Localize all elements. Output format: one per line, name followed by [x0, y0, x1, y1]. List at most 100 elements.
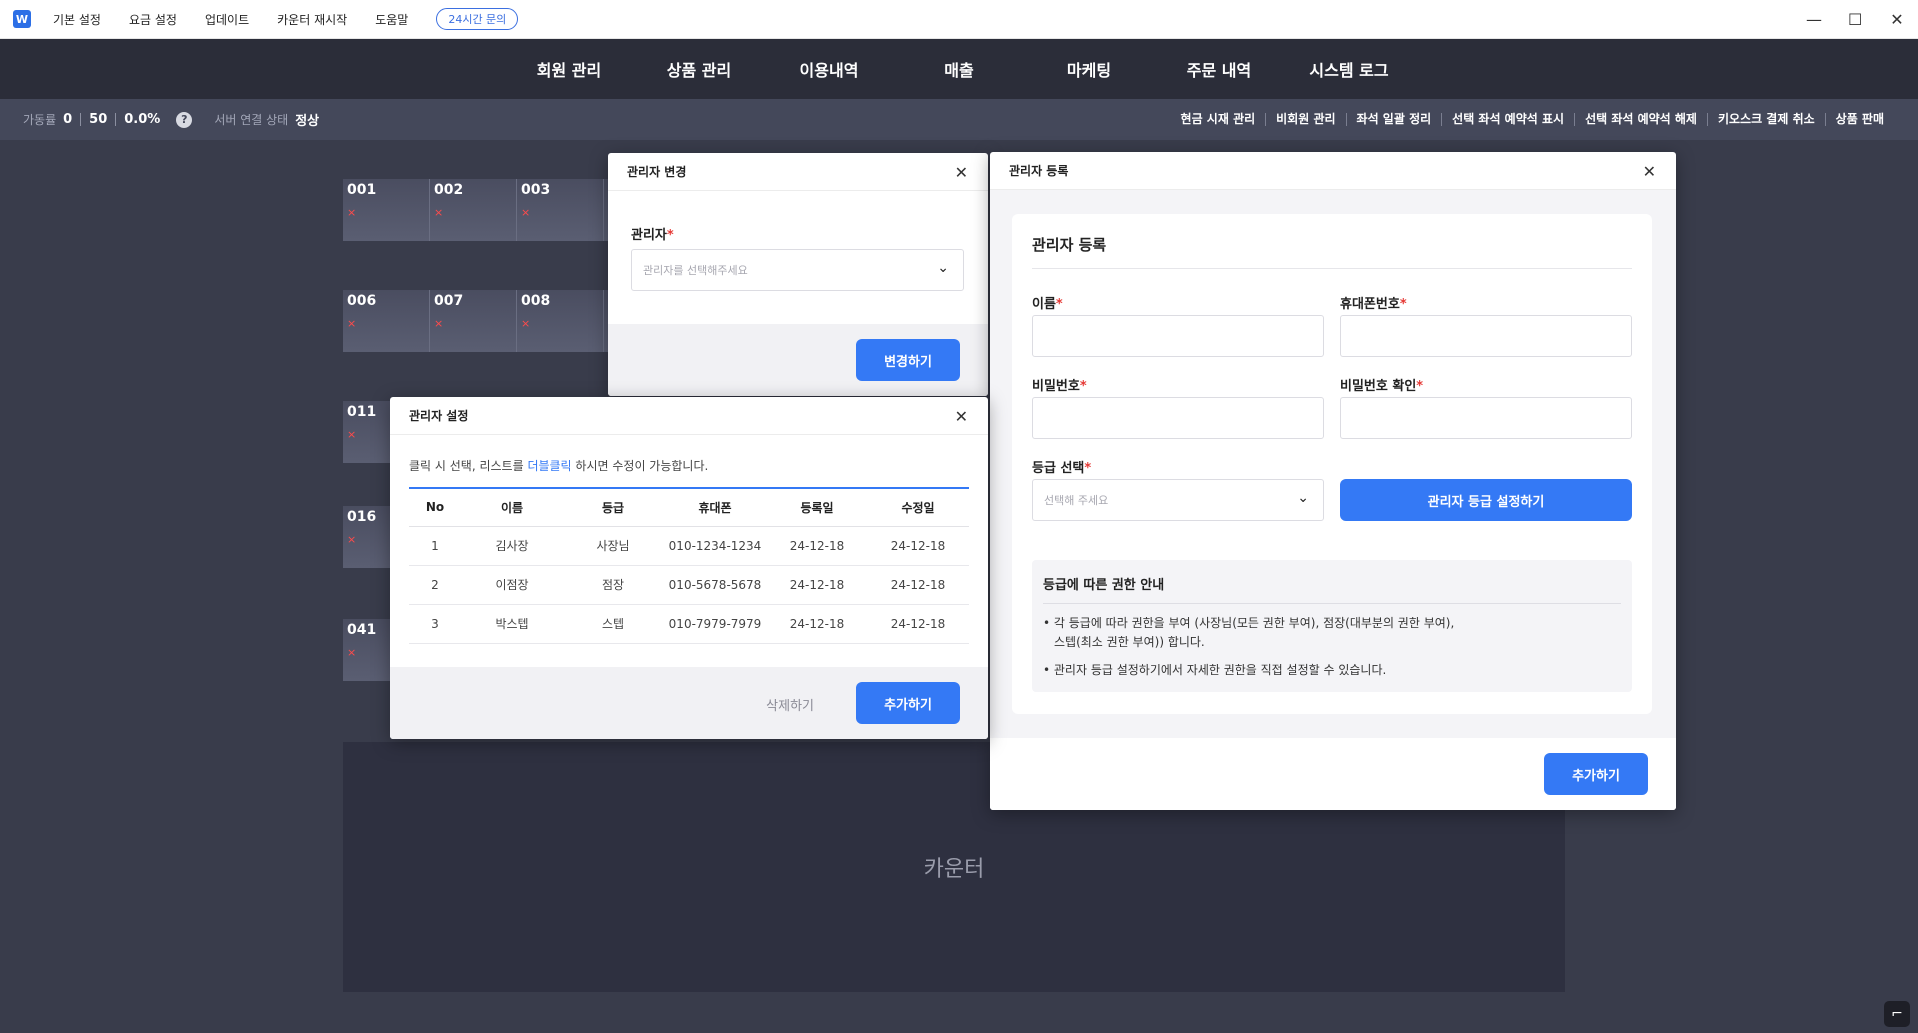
password-input[interactable] [1032, 397, 1324, 439]
required-mark: * [1055, 297, 1063, 312]
help-icon[interactable]: ? [176, 111, 193, 128]
menu-basic-settings[interactable]: 기본 설정 [53, 11, 101, 28]
nav-sales[interactable]: 매출 [894, 57, 1024, 81]
link-non-member-management[interactable]: 비회원 관리 [1265, 113, 1345, 126]
admin-change-modal: 관리자 변경 ✕ 관리자* 관리자를 선택해주세요 ⌄ 변경하기 [608, 153, 988, 396]
link-seat-bulk-cleanup[interactable]: 좌석 일괄 정리 [1345, 113, 1442, 126]
grade-select[interactable]: 선택해 주세요 ⌄ [1032, 479, 1324, 521]
table-row[interactable]: 1 김사장 사장님 010-1234-1234 24-12-18 24-12-1… [409, 526, 969, 566]
password-field-label: 비밀번호* [1032, 375, 1087, 394]
nav-system-log[interactable]: 시스템 로그 [1284, 57, 1414, 81]
table-row[interactable]: 3 박스텝 스텝 010-7979-7979 24-12-18 24-12-18 [409, 604, 969, 644]
required-mark: * [1079, 379, 1087, 394]
divider [80, 113, 82, 126]
seat-unavailable-icon: × [347, 646, 357, 659]
modal-footer: 변경하기 [608, 324, 988, 396]
seat-tile[interactable]: 003 × [517, 179, 604, 241]
menu-restart-counter[interactable]: 카운터 재시작 [277, 11, 347, 28]
register-section-title: 관리자 등록 [1032, 234, 1632, 269]
table-cell: 1 [409, 526, 461, 566]
required-mark: * [666, 228, 674, 243]
menu-update[interactable]: 업데이트 [205, 11, 249, 28]
seat-tile[interactable]: 001 × [343, 179, 430, 241]
settings-hint: 클릭 시 선택, 리스트를 더블클릭 하시면 수정이 가능합니다. [409, 457, 708, 474]
register-add-button[interactable]: 추가하기 [1544, 753, 1648, 795]
menu-fee-settings[interactable]: 요금 설정 [129, 11, 177, 28]
delete-button[interactable]: 삭제하기 [766, 695, 814, 714]
nav-order-history[interactable]: 주문 내역 [1154, 57, 1284, 81]
usage-rate-value: 0.0% [124, 112, 161, 127]
seat-tile[interactable]: 016 × [343, 506, 393, 568]
close-icon[interactable]: ✕ [1643, 162, 1656, 181]
seat-tile[interactable]: 008 × [517, 290, 604, 352]
column-header: 수정일 [867, 487, 969, 527]
seat-unavailable-icon: × [434, 317, 444, 330]
change-button[interactable]: 변경하기 [856, 339, 960, 381]
minimize-icon[interactable]: — [1806, 10, 1822, 29]
register-card: 관리자 등록 이름* 휴대폰번호* 비밀번호* 비밀번호 확인* 등급 선택* … [1012, 214, 1652, 714]
seat-number: 007 [434, 293, 464, 309]
name-input[interactable] [1032, 315, 1324, 357]
password-confirm-input[interactable] [1340, 397, 1632, 439]
close-icon[interactable]: ✕ [955, 407, 968, 426]
table-cell: 2 [409, 565, 461, 605]
divider [115, 113, 117, 126]
seat-number: 016 [347, 509, 377, 525]
nav-product-management[interactable]: 상품 관리 [634, 57, 764, 81]
admin-select-placeholder: 관리자를 선택해주세요 [643, 264, 748, 277]
table-cell: 점장 [563, 565, 663, 605]
top-menu: 기본 설정 요금 설정 업데이트 카운터 재시작 도움말 24시간 문의 [53, 8, 519, 30]
admin-label-text: 관리자 [631, 228, 667, 243]
phone-input[interactable] [1340, 315, 1632, 357]
table-row[interactable]: 2 이점장 점장 010-5678-5678 24-12-18 24-12-18 [409, 565, 969, 605]
used-seats-value: 0 [63, 112, 73, 127]
nav-member-management[interactable]: 회원 관리 [504, 57, 634, 81]
link-reserve-seat-unmark[interactable]: 선택 좌석 예약석 해제 [1574, 113, 1707, 126]
column-header: 휴대폰 [663, 487, 767, 527]
seat-tile[interactable]: 041 × [343, 619, 393, 681]
nav-marketing[interactable]: 마케팅 [1024, 57, 1154, 81]
seat-number: 001 [347, 182, 377, 198]
link-kiosk-payment-cancel[interactable]: 키오스크 결제 취소 [1706, 113, 1825, 126]
seat-tile[interactable]: 011 × [343, 401, 393, 463]
modal-footer: 삭제하기 추가하기 [390, 667, 988, 739]
table-cell: 010-5678-5678 [663, 565, 767, 605]
link-cash-management[interactable]: 현금 시재 관리 [1171, 113, 1266, 126]
table-header-row: No 이름 등급 휴대폰 등록일 수정일 [409, 487, 969, 527]
inquiry-24h-button[interactable]: 24시간 문의 [436, 8, 519, 30]
required-mark: * [1399, 297, 1407, 312]
hint-text: 클릭 시 선택, 리스트를 [409, 459, 528, 473]
close-window-icon[interactable]: ✕ [1890, 10, 1904, 29]
register-body: 관리자 등록 이름* 휴대폰번호* 비밀번호* 비밀번호 확인* 등급 선택* … [990, 190, 1676, 738]
table-cell: 김사장 [461, 526, 563, 566]
seat-tile[interactable]: 006 × [343, 290, 430, 352]
menu-help[interactable]: 도움말 [375, 11, 408, 28]
grade-setting-button[interactable]: 관리자 등급 설정하기 [1340, 479, 1632, 521]
window-controls: — ☐ ✕ [1806, 0, 1904, 39]
close-icon[interactable]: ✕ [955, 163, 968, 182]
corner-toggle-icon[interactable]: ⌐ [1884, 1001, 1910, 1027]
link-product-sale[interactable]: 상품 판매 [1824, 113, 1894, 126]
server-status-label: 서버 연결 상태 [214, 113, 289, 127]
table-cell: 이점장 [461, 565, 563, 605]
column-header: 이름 [461, 487, 563, 527]
modal-footer: 추가하기 [990, 738, 1676, 810]
seat-tile[interactable]: 002 × [430, 179, 517, 241]
password-label-text: 비밀번호 [1032, 379, 1080, 394]
permission-info-title: 등급에 따른 권한 안내 [1043, 574, 1621, 604]
grade-label-text: 등급 선택 [1032, 461, 1085, 476]
link-reserve-seat-mark[interactable]: 선택 좌석 예약석 표시 [1441, 113, 1574, 126]
seat-tile[interactable]: 007 × [430, 290, 517, 352]
column-header: 등급 [563, 487, 663, 527]
nav-usage-history[interactable]: 이용내역 [764, 57, 894, 81]
table-cell: 010-7979-7979 [663, 604, 767, 644]
settings-add-button[interactable]: 추가하기 [856, 682, 960, 724]
seat-number: 006 [347, 293, 377, 309]
name-label-text: 이름 [1032, 297, 1056, 312]
required-mark: * [1084, 461, 1092, 476]
seat-unavailable-icon: × [521, 317, 531, 330]
modal-header: 관리자 설정 ✕ [390, 397, 988, 435]
admin-select[interactable]: 관리자를 선택해주세요 ⌄ [631, 249, 964, 291]
phone-label-text: 휴대폰번호 [1340, 297, 1400, 312]
maximize-icon[interactable]: ☐ [1848, 10, 1862, 29]
